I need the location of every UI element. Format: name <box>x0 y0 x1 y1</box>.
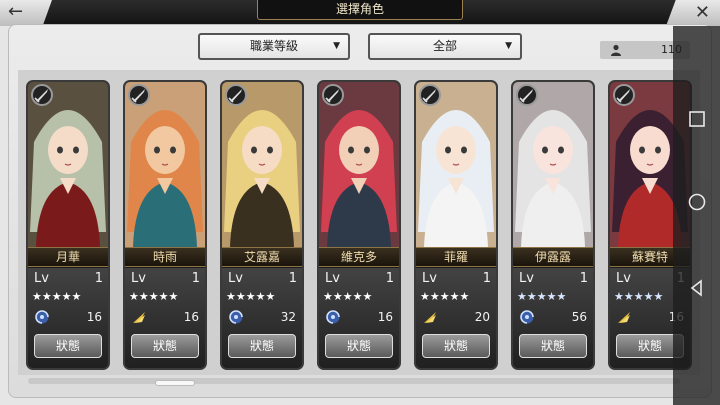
horizontal-scrollbar-thumb[interactable] <box>155 380 195 386</box>
class-sword-icon <box>613 84 635 106</box>
back-triangle-icon[interactable] <box>687 278 707 298</box>
power-value: 16 <box>377 310 393 324</box>
class-sword-icon <box>419 84 441 106</box>
level-value: 1 <box>288 271 297 286</box>
swirl-icon <box>326 310 340 324</box>
power-value: 20 <box>474 310 490 324</box>
status-button[interactable]: 狀態 <box>228 334 296 358</box>
character-card[interactable]: 月華 Lv 1 ★★★★★ 16 狀態 <box>26 80 110 370</box>
power-value: 32 <box>280 310 296 324</box>
scope-dropdown-value: 全部 <box>432 39 457 53</box>
arrow-left-icon: ← <box>8 1 24 22</box>
swirl-icon <box>35 310 49 324</box>
character-card[interactable]: 維克多 Lv 1 ★★★★★ 16 狀態 <box>317 80 401 370</box>
level-value: 1 <box>385 271 394 286</box>
character-card[interactable]: 時雨 Lv 1 ★★★★★ 16 狀態 <box>123 80 207 370</box>
character-stats: Lv 1 ★★★★★ 32 狀態 <box>222 268 302 368</box>
character-stats: Lv 1 ★★★★★ 16 狀態 <box>125 268 205 368</box>
character-card[interactable]: 艾露嘉 Lv 1 ★★★★★ 32 狀態 <box>220 80 304 370</box>
level-label: Lv <box>131 271 146 286</box>
character-name: 伊露露 <box>513 247 593 267</box>
power-value: 56 <box>571 310 587 324</box>
status-button[interactable]: 狀態 <box>34 334 102 358</box>
swirl-icon <box>229 310 243 324</box>
character-name: 維克多 <box>319 247 399 267</box>
class-level-dropdown-value: 職業等級 <box>249 39 298 53</box>
chevron-down-icon: ▼ <box>505 41 512 51</box>
power-value: 16 <box>86 310 102 324</box>
character-stats: Lv 1 ★★★★★ 16 狀態 <box>28 268 108 368</box>
scope-dropdown[interactable]: 全部 ▼ <box>368 33 522 60</box>
home-icon[interactable] <box>687 192 707 212</box>
close-x-icon: ✕ <box>694 2 710 23</box>
class-sword-icon <box>128 84 150 106</box>
class-sword-icon <box>322 84 344 106</box>
level-label: Lv <box>228 271 243 286</box>
level-value: 1 <box>579 271 588 286</box>
chevron-down-icon: ▼ <box>333 41 340 51</box>
level-label: Lv <box>422 271 437 286</box>
rarity-stars: ★★★★★ <box>420 290 470 303</box>
android-nav-bar <box>673 26 720 405</box>
status-button[interactable]: 狀態 <box>519 334 587 358</box>
status-button[interactable]: 狀態 <box>325 334 393 358</box>
character-stats: Lv 1 ★★★★★ 20 狀態 <box>416 268 496 368</box>
rarity-stars: ★★★★★ <box>614 290 664 303</box>
horizontal-scrollbar-track[interactable] <box>28 378 680 384</box>
rarity-stars: ★★★★★ <box>129 290 179 303</box>
character-name: 艾露嘉 <box>222 247 302 267</box>
swirl-icon <box>520 310 534 324</box>
character-stats: Lv 1 ★★★★★ 16 狀態 <box>319 268 399 368</box>
page-title: 選擇角色 <box>257 0 463 20</box>
character-card[interactable]: 菲羅 Lv 1 ★★★★★ 20 狀態 <box>414 80 498 370</box>
person-icon <box>611 44 621 56</box>
level-value: 1 <box>94 271 103 286</box>
rarity-stars: ★★★★★ <box>226 290 276 303</box>
level-label: Lv <box>616 271 631 286</box>
character-card[interactable]: 伊露露 Lv 1 ★★★★★ 56 狀態 <box>511 80 595 370</box>
wing-icon <box>133 312 145 323</box>
character-name: 月華 <box>28 247 108 267</box>
wing-icon <box>618 312 630 323</box>
class-sword-icon <box>516 84 538 106</box>
power-value: 16 <box>183 310 199 324</box>
class-level-dropdown[interactable]: 職業等級 ▼ <box>198 33 350 60</box>
level-label: Lv <box>325 271 340 286</box>
class-sword-icon <box>31 84 53 106</box>
character-name: 菲羅 <box>416 247 496 267</box>
rarity-stars: ★★★★★ <box>517 290 567 303</box>
class-sword-icon <box>225 84 247 106</box>
rarity-stars: ★★★★★ <box>323 290 373 303</box>
status-button[interactable]: 狀態 <box>422 334 490 358</box>
level-label: Lv <box>34 271 49 286</box>
level-value: 1 <box>482 271 491 286</box>
level-value: 1 <box>191 271 200 286</box>
rarity-stars: ★★★★★ <box>32 290 82 303</box>
level-label: Lv <box>519 271 534 286</box>
character-stats: Lv 1 ★★★★★ 56 狀態 <box>513 268 593 368</box>
status-button[interactable]: 狀態 <box>131 334 199 358</box>
recent-apps-icon[interactable] <box>687 109 707 129</box>
wing-icon <box>424 312 436 323</box>
character-name: 時雨 <box>125 247 205 267</box>
